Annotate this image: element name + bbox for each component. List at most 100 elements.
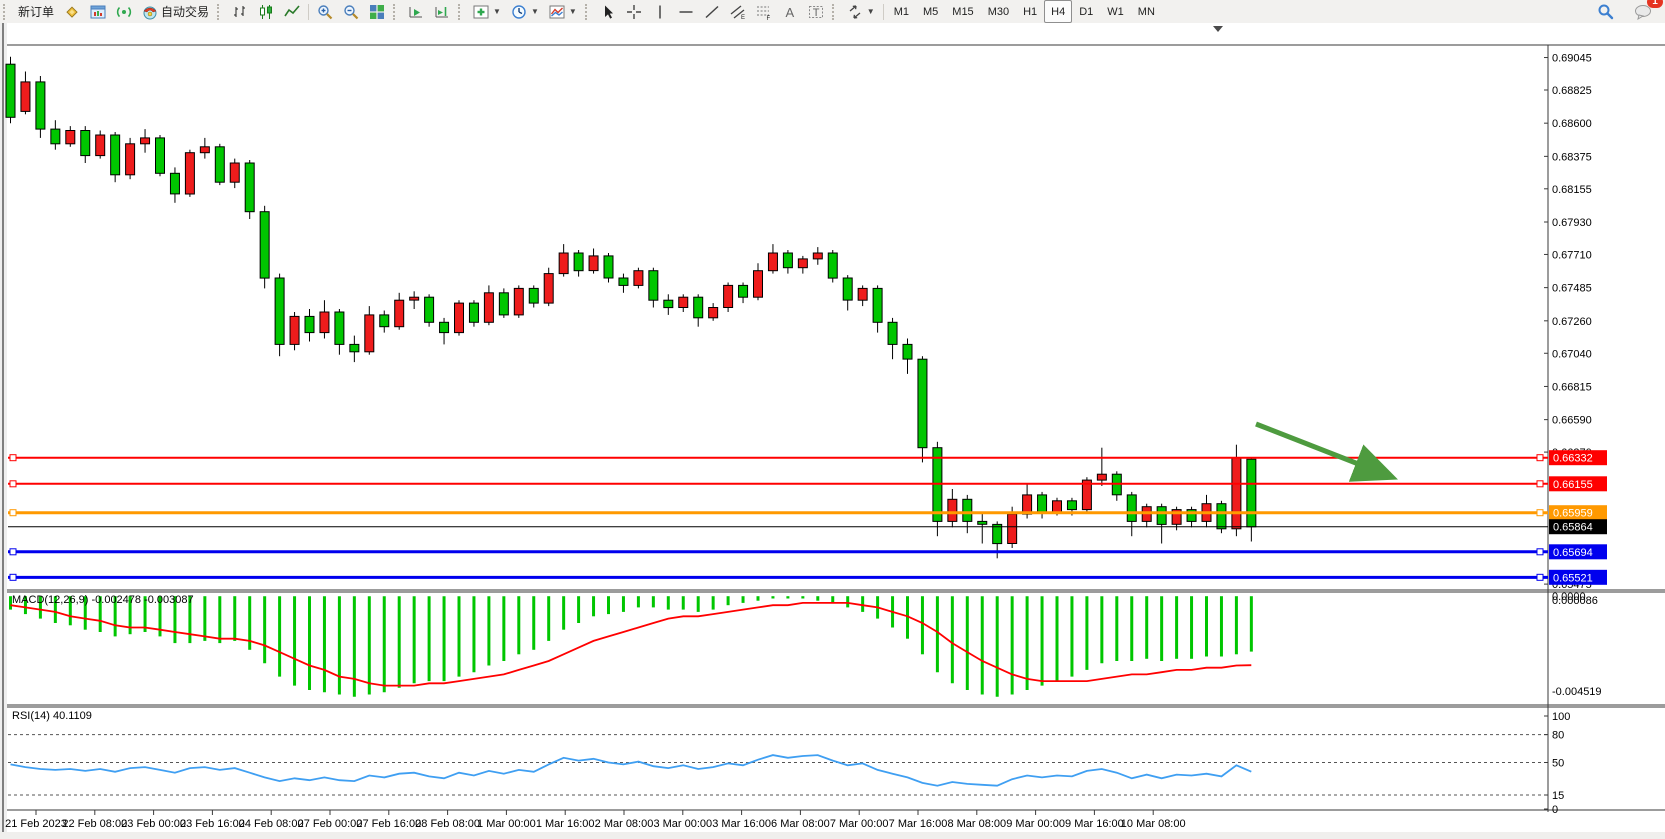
autotrading-button[interactable]: 自动交易: [137, 0, 214, 23]
bars-icon: [232, 4, 248, 20]
svg-text:27 Feb 16:00: 27 Feb 16:00: [356, 818, 421, 830]
tile-windows-button[interactable]: [364, 0, 390, 23]
svg-text:0.66155: 0.66155: [1553, 479, 1593, 491]
text-button[interactable]: A: [777, 0, 803, 23]
timeframe-d1-button[interactable]: D1: [1072, 0, 1100, 23]
dropdown-caret-icon[interactable]: ▼: [867, 7, 875, 16]
chart-shift-button[interactable]: [429, 0, 455, 23]
svg-text:21 Feb 2023: 21 Feb 2023: [5, 818, 67, 830]
trendline-button[interactable]: [699, 0, 725, 23]
line-chart-icon: [284, 4, 300, 20]
trendline-icon: [704, 4, 720, 20]
svg-text:0.68375: 0.68375: [1552, 151, 1592, 163]
horizontal-line-button[interactable]: [673, 0, 699, 23]
signal-icon: [116, 4, 132, 20]
svg-text:28 Feb 08:00: 28 Feb 08:00: [415, 818, 480, 830]
zoom-out-button[interactable]: [338, 0, 364, 23]
toolbar-separator: [883, 4, 884, 20]
new-order-button[interactable]: 新订单: [13, 0, 59, 23]
auto-scroll-button[interactable]: [403, 0, 429, 23]
signal-button[interactable]: [111, 0, 137, 23]
channel-icon: E: [730, 4, 746, 20]
toolbar-grip[interactable]: [832, 4, 839, 20]
zoom-in-button[interactable]: [312, 0, 338, 23]
chart-canvas[interactable]: 0.690450.688250.686000.683750.681550.679…: [0, 23, 1665, 839]
svg-text:1 Mar 16:00: 1 Mar 16:00: [536, 818, 595, 830]
svg-text:0.66332: 0.66332: [1553, 453, 1593, 465]
toolbar-grip[interactable]: [585, 4, 592, 20]
svg-text:22 Feb 08:00: 22 Feb 08:00: [62, 818, 127, 830]
toolbar-grip[interactable]: [393, 4, 400, 20]
chart-window-icon: [90, 4, 106, 20]
svg-text:0.67040: 0.67040: [1552, 348, 1592, 360]
timeframe-mn-button[interactable]: MN: [1131, 0, 1162, 23]
notifications-button[interactable]: 1: [1629, 0, 1657, 23]
auto-scroll-icon: [408, 4, 424, 20]
timeframe-m1-button[interactable]: M1: [887, 0, 916, 23]
crosshair-icon: [626, 4, 642, 20]
vertical-line-button[interactable]: [647, 0, 673, 23]
timeframe-h1-button[interactable]: H1: [1016, 0, 1044, 23]
svg-text:10 Mar 08:00: 10 Mar 08:00: [1121, 818, 1186, 830]
svg-text:50: 50: [1552, 758, 1564, 770]
svg-text:7 Mar 00:00: 7 Mar 00:00: [830, 818, 889, 830]
svg-text:0.65864: 0.65864: [1553, 522, 1593, 534]
svg-text:0.65959: 0.65959: [1553, 508, 1593, 520]
dropdown-caret-icon[interactable]: ▼: [531, 7, 539, 16]
timeframe-w1-button[interactable]: W1: [1100, 0, 1131, 23]
cursor-button[interactable]: [595, 0, 621, 23]
svg-text:0.65521: 0.65521: [1553, 572, 1593, 584]
search-icon: [1597, 3, 1614, 20]
periods-icon: [511, 4, 527, 20]
gold-button[interactable]: [59, 0, 85, 23]
macd-indicator-label: MACD(12,26,9) -0.002478 -0.003087: [12, 594, 194, 606]
svg-text:-0.004519: -0.004519: [1552, 686, 1602, 698]
notification-badge: 1: [1647, 0, 1663, 8]
svg-text:0.69045: 0.69045: [1552, 53, 1592, 65]
indicators-button[interactable]: ▼: [468, 0, 506, 23]
toolbar-grip[interactable]: [458, 4, 465, 20]
top-toolbar: 新订单 自动交易 ▼▼▼ EFAT ▼M1M5M15M30H1H4D1W1MN …: [0, 0, 1665, 24]
svg-text:80: 80: [1552, 730, 1564, 742]
timeframe-m30-button[interactable]: M30: [981, 0, 1016, 23]
toolbar-grip[interactable]: [3, 4, 10, 20]
search-button[interactable]: [1592, 0, 1619, 23]
periods-button[interactable]: ▼: [506, 0, 544, 23]
svg-text:7 Mar 16:00: 7 Mar 16:00: [889, 818, 948, 830]
dropdown-caret-icon[interactable]: ▼: [569, 7, 577, 16]
rsi-indicator-label: RSI(14) 40.1109: [12, 710, 92, 722]
svg-text:0.68600: 0.68600: [1552, 118, 1592, 130]
svg-text:F: F: [766, 16, 770, 20]
cursor-icon: [600, 4, 616, 20]
chart-window-button[interactable]: [85, 0, 111, 23]
line-chart-button[interactable]: [279, 0, 305, 23]
toolbar-grip[interactable]: [217, 4, 224, 20]
autotrading-label: 自动交易: [161, 3, 209, 20]
timeframe-m15-button[interactable]: M15: [945, 0, 980, 23]
fibonacci-button[interactable]: F: [751, 0, 777, 23]
templates-button[interactable]: ▼: [544, 0, 582, 23]
text-label-button[interactable]: T: [803, 0, 829, 23]
svg-text:8 Mar 08:00: 8 Mar 08:00: [947, 818, 1006, 830]
candles-icon: [258, 4, 274, 20]
crosshair-button[interactable]: [621, 0, 647, 23]
svg-text:0: 0: [1552, 804, 1558, 816]
timeframe-m5-button[interactable]: M5: [916, 0, 945, 23]
chart-background[interactable]: [7, 23, 1665, 832]
channel-button[interactable]: E: [725, 0, 751, 23]
svg-text:3 Mar 16:00: 3 Mar 16:00: [712, 818, 771, 830]
svg-text:0.67930: 0.67930: [1552, 217, 1592, 229]
timeframe-h4-button[interactable]: H4: [1044, 0, 1072, 23]
text-icon: A: [782, 4, 798, 20]
toolbar-separator: [308, 4, 309, 20]
svg-text:0.65694: 0.65694: [1553, 547, 1593, 559]
dropdown-caret-icon[interactable]: ▼: [493, 7, 501, 16]
bars-button[interactable]: [227, 0, 253, 23]
svg-text:3 Mar 00:00: 3 Mar 00:00: [653, 818, 712, 830]
horizontal-line-icon: [678, 4, 694, 20]
candles-button[interactable]: [253, 0, 279, 23]
new-order-label: 新订单: [18, 3, 54, 20]
chart-shift-icon: [434, 4, 450, 20]
bottom-edge: [0, 832, 1665, 839]
arrows-button[interactable]: ▼: [842, 0, 880, 23]
